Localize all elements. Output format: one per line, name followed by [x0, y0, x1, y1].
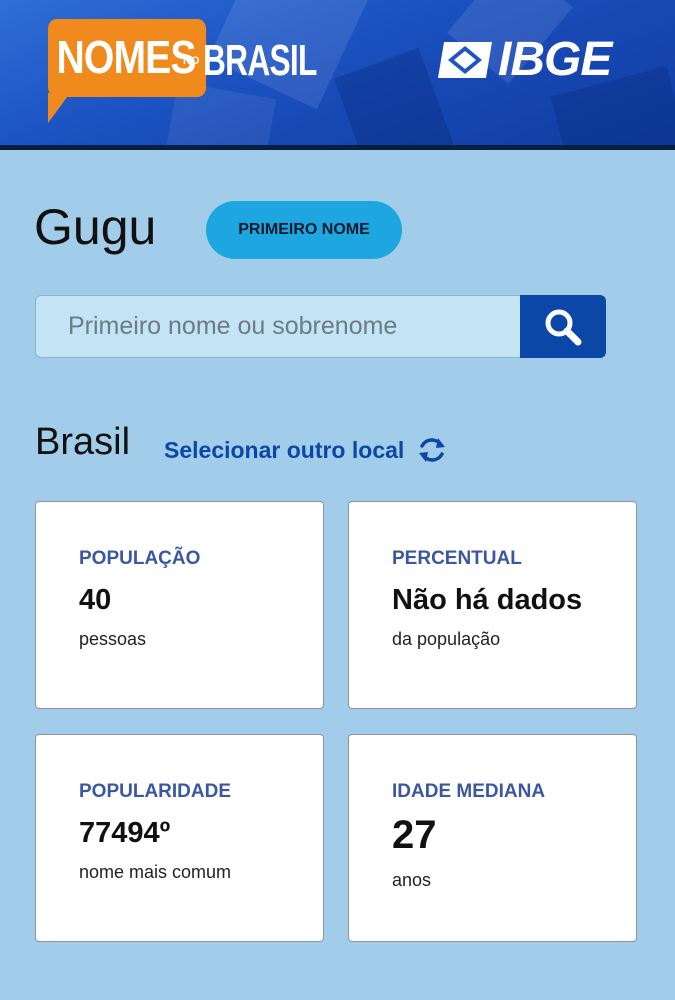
card-value: 27 [392, 813, 437, 857]
logo-brasil-text: BRASIL [203, 36, 317, 85]
popularity-card: POPULARIDADE 77494º nome mais comum [35, 734, 324, 942]
population-card: POPULAÇÃO 40 pessoas [35, 501, 324, 709]
name-type-badge: PRIMEIRO NOME [206, 201, 402, 259]
card-value: Não há dados [392, 584, 583, 616]
refresh-icon [419, 438, 446, 462]
logo-no-text: NO [183, 55, 200, 67]
search-input[interactable] [35, 295, 521, 358]
card-label: POPULAÇÃO [79, 548, 201, 569]
location-name: Brasil [35, 421, 131, 463]
card-label: IDADE MEDIANA [392, 781, 546, 802]
card-unit: nome mais comum [79, 862, 232, 882]
select-location-link[interactable]: Selecionar outro local [164, 434, 448, 466]
card-unit: da população [392, 629, 501, 649]
percentage-card: PERCENTUAL Não há dados da população [348, 501, 637, 709]
card-label: PERCENTUAL [392, 548, 522, 569]
card-value: 77494º [79, 817, 171, 849]
card-unit: anos [392, 870, 432, 890]
card-label: POPULARIDADE [79, 781, 232, 802]
ibge-mark-icon [438, 42, 492, 78]
card-unit: pessoas [79, 629, 147, 649]
search-icon [545, 309, 582, 345]
page-title: Gugu [34, 199, 157, 255]
card-value: 40 [79, 584, 112, 616]
search-button[interactable] [520, 295, 606, 358]
median-age-card: IDADE MEDIANA 27 anos [348, 734, 637, 942]
logo-ibge-text: IBGE [498, 33, 612, 86]
select-location-label: Selecionar outro local [164, 436, 405, 463]
app-header: NOMES NO BRASIL IBGE [0, 0, 675, 150]
ibge-logo[interactable]: IBGE [436, 33, 612, 86]
